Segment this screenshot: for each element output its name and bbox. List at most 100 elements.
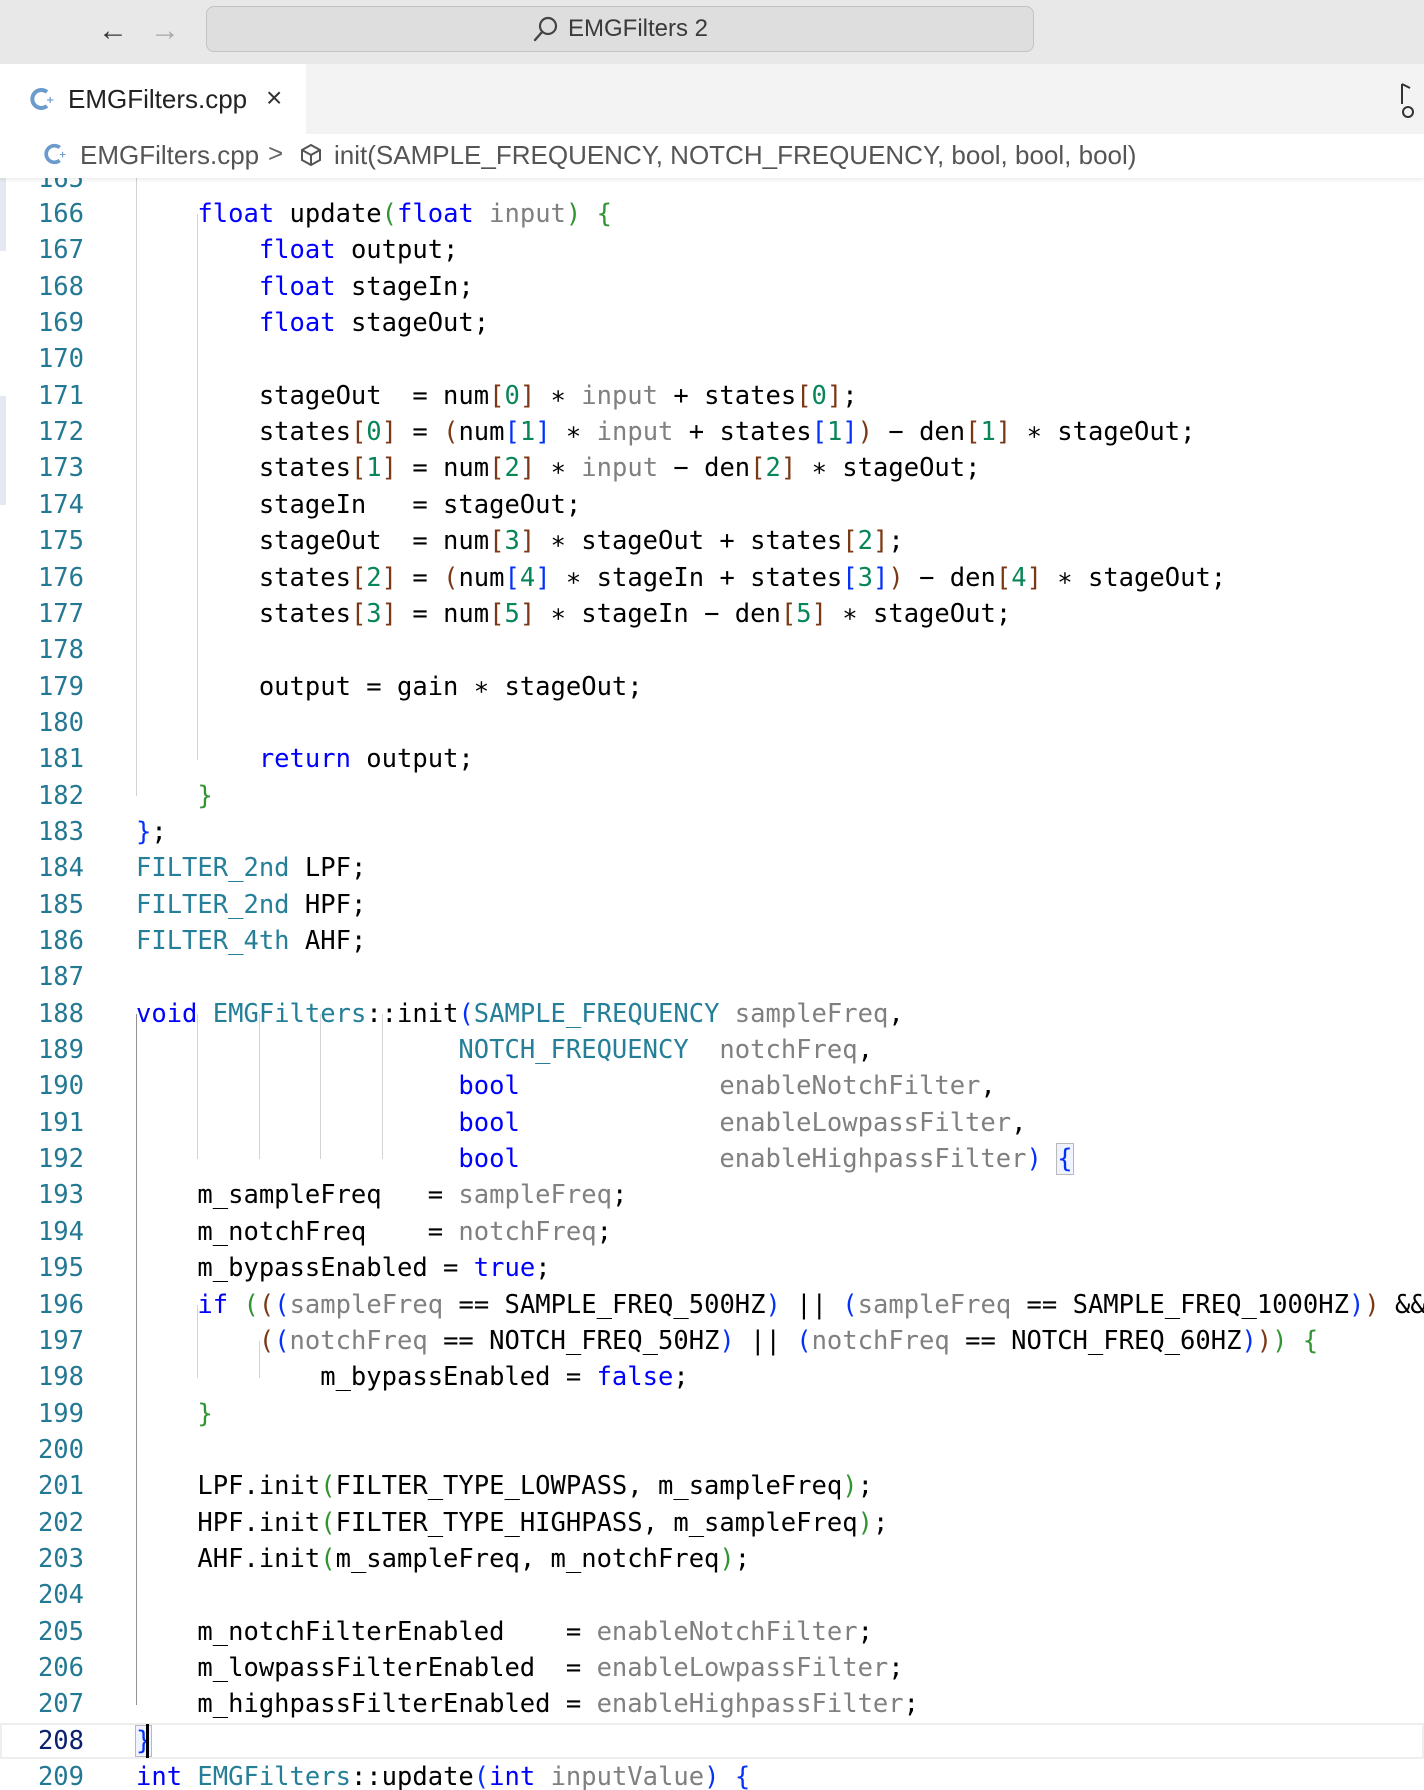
line-number: 207	[37, 1689, 84, 1720]
code-line[interactable]: 191 bool enableLowpassFilter,	[0, 1105, 1424, 1141]
line-number: 199	[37, 1398, 84, 1429]
code-text: bool enableLowpassFilter,	[458, 1107, 1027, 1138]
line-number: 202	[37, 1507, 84, 1538]
code-line[interactable]: 195 m_bypassEnabled = true;	[0, 1250, 1424, 1286]
code-line[interactable]: 200	[0, 1432, 1424, 1468]
code-line[interactable]: 174 stageIn = stageOut;	[0, 487, 1424, 523]
code-text: int EMGFilters::update(int inputValue) {	[136, 1762, 751, 1790]
tab-bar: + EMGFilters.cpp ×	[0, 64, 1424, 134]
code-line[interactable]: 192 bool enableHighpassFilter) {	[0, 1141, 1424, 1177]
breadcrumb-file[interactable]: EMGFilters.cpp	[80, 140, 259, 171]
code-line[interactable]: 187	[0, 959, 1424, 995]
code-text: }	[197, 780, 213, 811]
code-text: };	[136, 816, 167, 847]
code-line[interactable]: 201 LPF.init(FILTER_TYPE_LOWPASS, m_samp…	[0, 1468, 1424, 1504]
line-number: 168	[37, 271, 84, 302]
gutter-marker	[0, 178, 6, 251]
code-text: ((notchFreq == NOTCH_FREQ_50HZ) || (notc…	[258, 1325, 1319, 1356]
code-line[interactable]: 199 }	[0, 1396, 1424, 1432]
line-number: 175	[37, 526, 84, 557]
svg-text:+: +	[59, 150, 67, 161]
code-line[interactable]: 188 void EMGFilters::init(SAMPLE_FREQUENC…	[0, 996, 1424, 1032]
code-text: float update(float input) {	[197, 199, 612, 229]
code-text: stageIn = stageOut;	[136, 489, 582, 520]
code-line[interactable]: 208}	[0, 1722, 1424, 1759]
line-number: 181	[37, 744, 84, 775]
code-line[interactable]: 193 m_sampleFreq = sampleFreq;	[0, 1177, 1424, 1213]
line-number: 189	[37, 1035, 84, 1066]
code-line[interactable]: 173 states[1] = num[2] ∗ input − den[2] …	[0, 450, 1424, 486]
line-number: 201	[37, 1471, 84, 1502]
code-line[interactable]: 175 stageOut = num[3] ∗ stageOut + state…	[0, 523, 1424, 559]
code-line[interactable]: 186 FILTER_4th AHF;	[0, 923, 1424, 959]
code-line[interactable]: 203 AHF.init(m_sampleFreq, m_notchFreq);	[0, 1541, 1424, 1577]
code-editor[interactable]: 165 166 float update(float input) {167 f…	[0, 178, 1424, 1790]
method-cube-icon	[301, 143, 321, 167]
title-bar: ← → EMGFilters 2	[0, 0, 1424, 64]
code-line[interactable]: 181 return output;	[0, 741, 1424, 777]
breadcrumb: + EMGFilters.cpp > init(SAMPLE_FREQUENCY…	[0, 134, 1424, 178]
code-line[interactable]: 168 float stageIn;	[0, 269, 1424, 305]
line-number: 192	[37, 1144, 84, 1175]
code-line[interactable]: 189 NOTCH_FREQUENCY notchFreq,	[0, 1032, 1424, 1068]
code-line[interactable]: 170	[0, 341, 1424, 377]
line-number: 185	[37, 889, 84, 920]
code-text: return output;	[258, 744, 474, 775]
code-line[interactable]: 166 float update(float input) {	[0, 196, 1424, 232]
code-line[interactable]: 180	[0, 705, 1424, 741]
command-center-search[interactable]: EMGFilters 2	[206, 6, 1034, 52]
code-line[interactable]: 185 FILTER_2nd HPF;	[0, 887, 1424, 923]
code-line[interactable]: 196 if (((sampleFreq == SAMPLE_FREQ_500H…	[0, 1287, 1424, 1323]
line-number: 197	[37, 1325, 84, 1356]
line-number: 204	[37, 1580, 84, 1611]
close-icon[interactable]: ×	[266, 84, 282, 112]
code-text: void EMGFilters::init(SAMPLE_FREQUENCY s…	[136, 998, 904, 1029]
code-line[interactable]: 182 }	[0, 778, 1424, 814]
line-number: 188	[37, 998, 84, 1029]
breadcrumb-symbol[interactable]: init(SAMPLE_FREQUENCY, NOTCH_FREQUENCY, …	[334, 140, 1136, 171]
code-line[interactable]: 176 states[2] = (num[4] ∗ stageIn + stat…	[0, 560, 1424, 596]
line-number: 173	[37, 453, 84, 484]
code-line[interactable]: 172 states[0] = (num[1] ∗ input + states…	[0, 414, 1424, 450]
line-number: 179	[37, 671, 84, 702]
code-text: }	[197, 1398, 213, 1429]
code-line[interactable]: 171 stageOut = num[0] ∗ input + states[0…	[0, 378, 1424, 414]
code-line[interactable]: 183};	[0, 814, 1424, 850]
code-line[interactable]: 204	[0, 1577, 1424, 1613]
code-line[interactable]: 177 states[3] = num[5] ∗ stageIn − den[5…	[0, 596, 1424, 632]
search-icon	[533, 16, 558, 42]
code-line[interactable]: 207 m_highpassFilterEnabled = enableHigh…	[0, 1686, 1424, 1722]
debug-run-icon[interactable]	[1398, 78, 1420, 122]
code-text: bool enableHighpassFilter) {	[458, 1143, 1074, 1176]
code-text: float output;	[258, 235, 459, 266]
search-label: EMGFilters 2	[567, 15, 708, 42]
code-line[interactable]: 198 m_bypassEnabled = false;	[0, 1359, 1424, 1395]
code-line[interactable]: 179 output = gain ∗ stageOut;	[0, 669, 1424, 705]
code-line[interactable]: 169 float stageOut;	[0, 305, 1424, 341]
code-text: AHF.init(m_sampleFreq, m_notchFreq);	[136, 1543, 751, 1574]
line-number: 209	[37, 1762, 84, 1790]
code-line[interactable]: 206 m_lowpassFilterEnabled = enableLowpa…	[0, 1650, 1424, 1686]
code-text: m_lowpassFilterEnabled = enableLowpassFi…	[136, 1653, 904, 1683]
back-arrow-icon[interactable]: ←	[96, 14, 130, 48]
code-text: float stageOut;	[258, 308, 490, 339]
code-line[interactable]: 190 bool enableNotchFilter,	[0, 1068, 1424, 1104]
tab-emgfilters-cpp[interactable]: + EMGFilters.cpp ×	[0, 64, 306, 134]
code-line[interactable]: 184 FILTER_2nd LPF;	[0, 850, 1424, 886]
code-line[interactable]: 209 int EMGFilters::update(int inputValue…	[0, 1759, 1424, 1790]
line-number: 183	[37, 816, 84, 847]
indent-guide	[197, 214, 199, 760]
cpp-file-icon: +	[44, 143, 67, 165]
code-line[interactable]: 178	[0, 632, 1424, 668]
code-line[interactable]: 205 m_notchFilterEnabled = enableNotchFi…	[0, 1614, 1424, 1650]
forward-arrow-icon[interactable]: →	[148, 14, 182, 48]
code-text: m_bypassEnabled = true;	[136, 1253, 551, 1284]
line-number: 182	[37, 780, 84, 811]
line-number: 186	[37, 926, 84, 956]
code-line[interactable]: 197 ((notchFreq == NOTCH_FREQ_50HZ) || (…	[0, 1323, 1424, 1359]
code-line[interactable]: 167 float output;	[0, 232, 1424, 268]
code-text: m_notchFreq = notchFreq;	[136, 1216, 612, 1247]
line-number: 191	[37, 1107, 84, 1138]
code-line[interactable]: 202 HPF.init(FILTER_TYPE_HIGHPASS, m_sam…	[0, 1505, 1424, 1541]
code-line[interactable]: 194 m_notchFreq = notchFreq;	[0, 1214, 1424, 1250]
